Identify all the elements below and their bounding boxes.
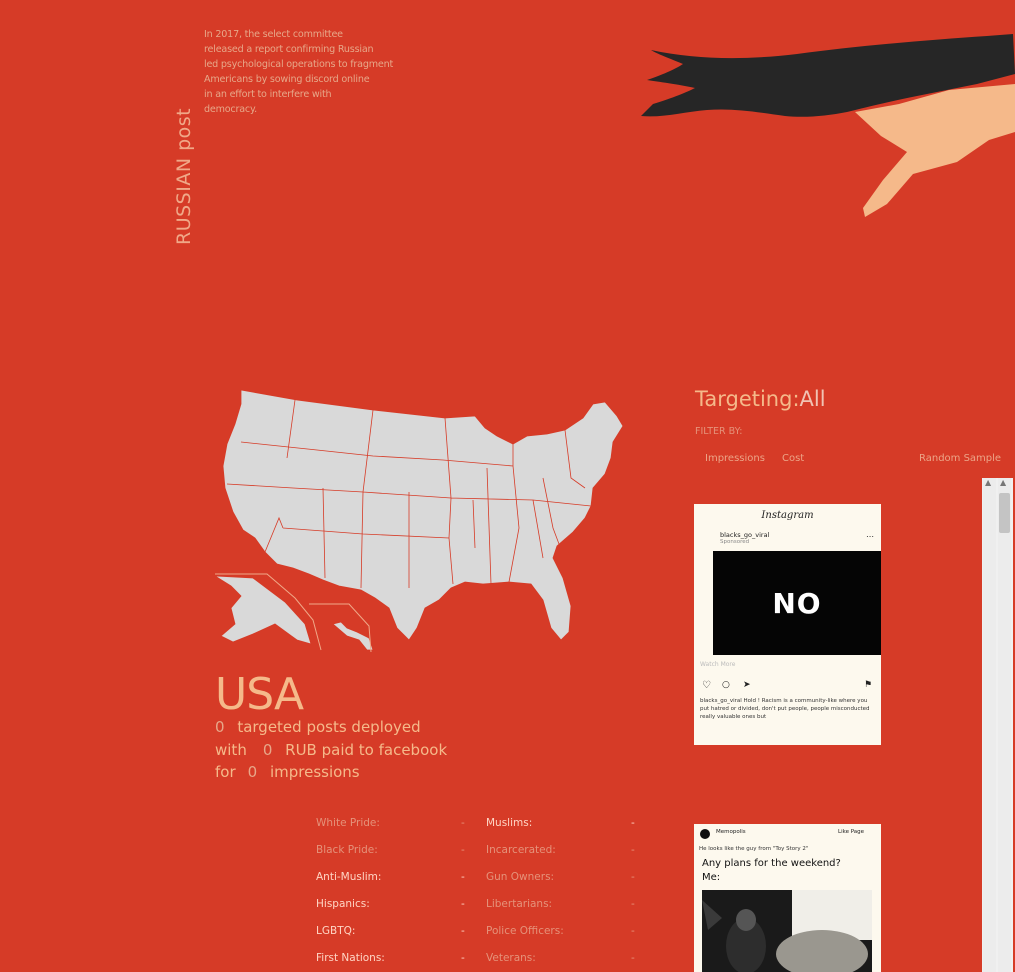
target-label: White Pride: bbox=[316, 816, 380, 829]
target-label: Libertarians: bbox=[486, 897, 553, 910]
targets-table-left: White Pride: - Black Pride: - Anti-Muslim:… bbox=[316, 809, 471, 971]
rub-count: 0 bbox=[262, 740, 273, 759]
scrollbar-thumb[interactable] bbox=[999, 493, 1010, 533]
target-row[interactable]: Police Officers: - bbox=[486, 917, 641, 944]
targeting-value: All bbox=[799, 387, 826, 411]
target-value: - bbox=[461, 924, 465, 937]
watch-more-link[interactable]: Watch More bbox=[700, 661, 735, 668]
targeting-label: Targeting: bbox=[695, 387, 800, 411]
target-value: - bbox=[631, 870, 635, 883]
stats-summary: 0 targeted posts deployed with 0 RUB paid… bbox=[215, 716, 447, 784]
post-caption: blacks_go_viral Hold ! Racism is a commu… bbox=[700, 698, 870, 720]
intro-line: Americans by sowing discord online bbox=[204, 74, 370, 85]
target-label: Black Pride: bbox=[316, 843, 378, 856]
account-name: blacks_go_viral bbox=[720, 531, 770, 539]
targeting-heading: Targeting:All bbox=[695, 387, 826, 411]
target-value: - bbox=[631, 897, 635, 910]
targets-table-right: Muslims: - Incarcerated: - Gun Owners: - Li… bbox=[486, 809, 641, 971]
scroll-up-arrow-icon[interactable]: ▲ bbox=[1000, 478, 1006, 487]
target-value: - bbox=[461, 951, 465, 964]
target-value: - bbox=[461, 816, 465, 829]
impressions-text: impressions bbox=[269, 763, 360, 781]
page-name: Memopolis bbox=[716, 829, 746, 835]
impressions-count: 0 bbox=[247, 763, 258, 781]
target-label: Police Officers: bbox=[486, 924, 564, 937]
target-label: Muslims: bbox=[486, 816, 533, 829]
feed-scrollbar[interactable]: ▲ ▲ bbox=[982, 478, 1013, 972]
meme-photo bbox=[702, 890, 872, 972]
ad-card[interactable]: Instagram blacks_go_viral Sponsored ⋯ NO… bbox=[694, 504, 881, 745]
target-value: - bbox=[631, 843, 635, 856]
instagram-logo: Instagram bbox=[761, 510, 814, 521]
target-row[interactable]: Libertarians: - bbox=[486, 890, 641, 917]
with-text: with bbox=[215, 740, 247, 759]
target-value: - bbox=[631, 924, 635, 937]
target-row[interactable]: White Pride: - bbox=[316, 809, 471, 836]
target-label: LGBTQ: bbox=[316, 924, 356, 937]
target-label: Veterans: bbox=[486, 951, 536, 964]
like-page-button[interactable]: Like Page bbox=[838, 829, 864, 835]
more-icon[interactable]: ⋯ bbox=[866, 532, 874, 541]
target-value: - bbox=[631, 816, 635, 829]
post-subtitle: He looks like the guy from "Toy Story 2" bbox=[699, 846, 809, 852]
comment-icon[interactable]: ○ bbox=[722, 680, 730, 690]
target-row[interactable]: Anti-Muslim: - bbox=[316, 863, 471, 890]
page-avatar bbox=[700, 829, 710, 839]
scroll-up-arrow-icon[interactable]: ▲ bbox=[985, 478, 991, 487]
for-text: for bbox=[215, 763, 236, 781]
target-row[interactable]: Incarcerated: - bbox=[486, 836, 641, 863]
page-title: RUSSIAN post bbox=[173, 107, 195, 245]
intro-text: In 2017, the select committee released a… bbox=[204, 27, 399, 117]
country-name: USA bbox=[215, 669, 304, 720]
bookmark-icon[interactable]: ⚑ bbox=[864, 680, 872, 690]
sponsored-label: Sponsored bbox=[720, 539, 750, 545]
heart-icon[interactable]: ♡ bbox=[702, 680, 711, 691]
ad-card[interactable]: Memopolis Like Page He looks like the gu… bbox=[694, 824, 881, 972]
posts-count: 0 bbox=[215, 718, 225, 736]
filter-by-label: FILTER BY: bbox=[695, 426, 743, 437]
scrollbar-track[interactable] bbox=[998, 478, 1011, 972]
filter-cost[interactable]: Cost bbox=[782, 453, 804, 464]
intro-line: In 2017, the select committee bbox=[204, 29, 343, 40]
target-row[interactable]: Gun Owners: - bbox=[486, 863, 641, 890]
target-label: Gun Owners: bbox=[486, 870, 555, 883]
target-value: - bbox=[461, 870, 465, 883]
rub-text: RUB paid to facebook bbox=[285, 740, 448, 759]
target-row[interactable]: LGBTQ: - bbox=[316, 917, 471, 944]
intro-line: released a report confirming Russian bbox=[204, 44, 374, 55]
target-row[interactable]: First Nations: - bbox=[316, 944, 471, 971]
gloved-hand-illustration bbox=[641, 34, 1015, 217]
post-image-text: NO bbox=[772, 586, 822, 620]
target-value: - bbox=[461, 843, 465, 856]
target-label: Incarcerated: bbox=[486, 843, 556, 856]
filter-impressions[interactable]: Impressions bbox=[705, 453, 765, 464]
target-label: Anti-Muslim: bbox=[316, 870, 382, 883]
rub-row: with 0 RUB paid to facebook bbox=[215, 739, 447, 762]
intro-line: led psychological operations to fragment bbox=[204, 59, 394, 70]
posts-text: targeted posts deployed bbox=[237, 718, 421, 736]
target-label: Hispanics: bbox=[316, 897, 370, 910]
meme-text-line: Any plans for the weekend? bbox=[702, 858, 841, 869]
target-row[interactable]: Hispanics: - bbox=[316, 890, 471, 917]
meme-text-line: Me: bbox=[702, 872, 721, 883]
target-label: First Nations: bbox=[316, 951, 385, 964]
scrollbar-track[interactable] bbox=[983, 478, 996, 972]
posts-row: 0 targeted posts deployed bbox=[215, 716, 447, 739]
intro-line: democracy. bbox=[204, 104, 257, 115]
share-icon[interactable]: ➤ bbox=[743, 680, 751, 690]
target-row[interactable]: Black Pride: - bbox=[316, 836, 471, 863]
impressions-row: for 0 impressions bbox=[215, 761, 447, 784]
filter-random-sample[interactable]: Random Sample bbox=[919, 453, 1001, 464]
post-image: NO bbox=[713, 551, 881, 655]
target-value: - bbox=[631, 951, 635, 964]
target-row[interactable]: Muslims: - bbox=[486, 809, 641, 836]
target-row[interactable]: Veterans: - bbox=[486, 944, 641, 971]
intro-line: in an effort to interfere with bbox=[204, 89, 332, 100]
usa-map[interactable] bbox=[213, 388, 629, 652]
target-value: - bbox=[461, 897, 465, 910]
